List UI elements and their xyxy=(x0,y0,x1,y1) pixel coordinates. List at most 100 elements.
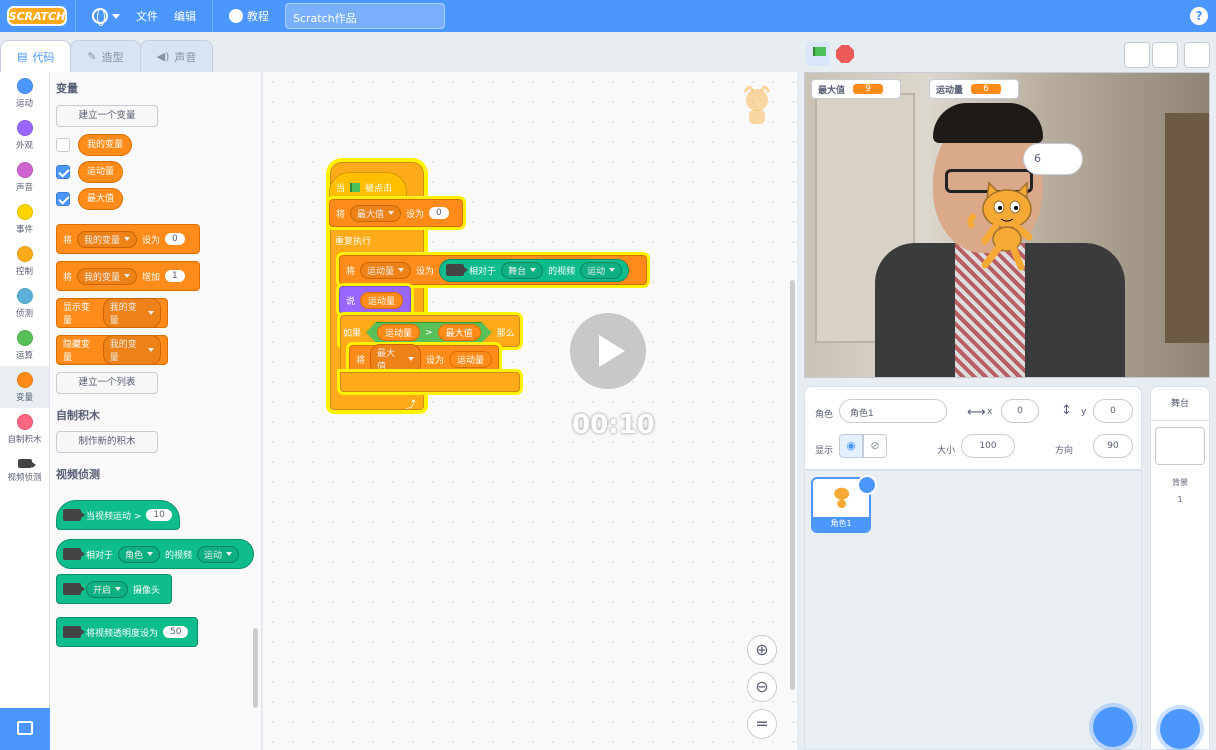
dropdown-value: 我的变量 xyxy=(109,340,137,363)
variable-dropdown[interactable]: 最大值 xyxy=(350,204,402,222)
set-video-transparency-block[interactable]: 将视频透明度设为 50 xyxy=(56,617,198,647)
tab-code[interactable]: ▤ 代码 xyxy=(0,40,72,72)
variable-reporter[interactable]: 最大值 xyxy=(78,188,124,210)
number-input[interactable]: 10 xyxy=(146,509,172,521)
hide-variable-block[interactable]: 隐藏变量 我的变量 xyxy=(56,335,168,365)
tab-sounds[interactable]: ◀) 声音 xyxy=(139,40,214,72)
y-input[interactable]: 0 xyxy=(1093,399,1133,423)
variable-reporter[interactable]: 运动量 xyxy=(449,350,492,368)
green-flag-button[interactable] xyxy=(806,42,830,66)
variable-checkbox[interactable] xyxy=(56,165,70,179)
block-text: 相对于 xyxy=(469,266,497,277)
variable-dropdown[interactable]: 我的变量 xyxy=(77,267,138,285)
x-input[interactable]: 0 xyxy=(1001,399,1039,423)
workspace-scrollbar[interactable] xyxy=(790,280,795,690)
category-control[interactable]: 控制 xyxy=(0,240,49,282)
category-variables[interactable]: 变量 xyxy=(0,366,49,408)
variable-dropdown[interactable]: 最大值 xyxy=(370,344,421,374)
category-sound[interactable]: 声音 xyxy=(0,156,49,198)
greater-than-operator[interactable]: 运动量 > 最大值 xyxy=(366,322,492,343)
variable-reporter[interactable]: 最大值 xyxy=(438,324,481,341)
file-menu[interactable]: 文件 xyxy=(128,0,166,32)
change-variable-block[interactable]: 将 我的变量 增加 1 xyxy=(56,261,200,291)
variable-reporter[interactable]: 运动量 xyxy=(377,324,420,341)
category-video-sensing[interactable]: 视频侦测 xyxy=(0,450,49,492)
category-myblocks[interactable]: 自制积木 xyxy=(0,408,49,450)
zoom-reset-button[interactable]: = xyxy=(747,709,777,739)
variable-reporter[interactable]: 运动量 xyxy=(78,161,124,183)
direction-input[interactable]: 90 xyxy=(1093,434,1133,458)
stop-button[interactable] xyxy=(836,45,854,63)
sprite-name-input[interactable]: 角色1 xyxy=(839,399,947,423)
when-video-motion-block[interactable]: 当视频运动 > 10 xyxy=(56,500,180,530)
variable-checkbox[interactable] xyxy=(56,192,70,206)
block-text: 当视频运动 > xyxy=(86,511,142,522)
tab-costumes[interactable]: ✎ 造型 xyxy=(70,40,141,72)
target-dropdown[interactable]: 角色 xyxy=(118,545,161,563)
variable-reporter[interactable]: 运动量 xyxy=(360,291,404,309)
video-state-dropdown[interactable]: 开启 xyxy=(86,580,129,598)
when-flag-clicked-block[interactable]: 当 被点击 xyxy=(329,172,407,202)
cat-sprite-icon[interactable] xyxy=(965,181,1045,271)
variable-dropdown[interactable]: 我的变量 xyxy=(77,230,138,248)
category-motion[interactable]: 运动 xyxy=(0,72,49,114)
set-motion-block[interactable]: 将 运动量 设为 相对于 舞台 的视频 运动 xyxy=(339,255,647,285)
number-input[interactable]: 0 xyxy=(429,207,449,219)
make-list-button[interactable]: 建立一个列表 xyxy=(56,372,158,394)
attribute-dropdown[interactable]: 运动 xyxy=(197,545,240,563)
show-sprite-eye-icon[interactable]: ◉ xyxy=(839,434,863,458)
variable-dropdown[interactable]: 运动量 xyxy=(360,261,412,279)
help-icon[interactable]: ? xyxy=(1190,7,1208,25)
set-max-block[interactable]: 将 最大值 设为 0 xyxy=(329,199,463,227)
video-motion-reporter[interactable]: 相对于 角色 的视频 运动 xyxy=(56,539,254,569)
choose-sprite-button[interactable] xyxy=(1093,707,1133,747)
show-variable-block[interactable]: 显示变量 我的变量 xyxy=(56,298,168,328)
number-input[interactable]: 1 xyxy=(165,270,185,282)
stage-selector[interactable]: 舞台 背景 1 xyxy=(1150,386,1210,750)
category-events[interactable]: 事件 xyxy=(0,198,49,240)
say-block[interactable]: 说 运动量 xyxy=(339,286,411,314)
script-workspace[interactable]: 当 被点击 将 最大值 设为 0 重复执行 将 运动量 设为 相对于 舞台 的视… xyxy=(263,72,797,750)
zoom-out-button[interactable]: ⊖ xyxy=(747,672,777,702)
dropdown-value: 我的变量 xyxy=(109,303,137,326)
category-sensing[interactable]: 侦测 xyxy=(0,282,49,324)
variable-dropdown[interactable]: 我的变量 xyxy=(102,335,161,365)
add-extension-button[interactable] xyxy=(0,708,50,750)
make-block-button[interactable]: 制作新的积木 xyxy=(56,431,158,453)
category-label: 外观 xyxy=(15,140,33,151)
edit-menu[interactable]: 编辑 xyxy=(166,0,204,32)
number-input[interactable]: 0 xyxy=(165,233,185,245)
size-input[interactable]: 100 xyxy=(961,434,1015,458)
category-looks[interactable]: 外观 xyxy=(0,114,49,156)
fullscreen-icon[interactable] xyxy=(1184,42,1210,68)
video-play-icon[interactable] xyxy=(570,313,646,389)
stage[interactable]: 最大值 9 运动量 6 6 xyxy=(804,72,1210,378)
set-variable-block[interactable]: 将 我的变量 设为 0 xyxy=(56,224,200,254)
variable-reporter[interactable]: 我的变量 xyxy=(78,134,133,156)
attribute-dropdown[interactable]: 运动 xyxy=(580,261,623,279)
turn-video-block[interactable]: 开启 摄像头 xyxy=(56,574,172,604)
make-variable-button[interactable]: 建立一个变量 xyxy=(56,105,158,127)
target-dropdown[interactable]: 舞台 xyxy=(501,261,544,279)
set-max-to-motion-block[interactable]: 将 最大值 设为 运动量 xyxy=(349,344,499,374)
monitor-value: 9 xyxy=(853,84,884,94)
scratch-logo[interactable]: SCRATCH xyxy=(7,6,67,26)
stage-thumbnail[interactable] xyxy=(1155,427,1205,465)
small-stage-button[interactable] xyxy=(1124,42,1150,68)
project-title-input[interactable]: Scratch作品 xyxy=(285,3,445,29)
palette-scrollbar[interactable] xyxy=(253,628,258,708)
category-operators[interactable]: 运算 xyxy=(0,324,49,366)
number-input[interactable]: 50 xyxy=(163,626,189,638)
delete-sprite-icon[interactable] xyxy=(857,475,877,495)
zoom-in-button[interactable]: ⊕ xyxy=(747,635,777,665)
variable-dropdown[interactable]: 我的变量 xyxy=(102,298,161,328)
monitor-max[interactable]: 最大值 9 xyxy=(811,79,901,99)
video-motion-reporter[interactable]: 相对于 舞台 的视频 运动 xyxy=(439,258,630,282)
large-stage-button[interactable] xyxy=(1152,42,1178,68)
hide-sprite-eye-icon[interactable]: ⊘ xyxy=(863,434,887,458)
tutorials-menu[interactable]: 教程 xyxy=(221,0,277,32)
variable-checkbox[interactable] xyxy=(56,138,70,152)
monitor-motion[interactable]: 运动量 6 xyxy=(929,79,1019,99)
language-menu[interactable] xyxy=(84,0,128,32)
choose-backdrop-button[interactable] xyxy=(1160,709,1200,749)
